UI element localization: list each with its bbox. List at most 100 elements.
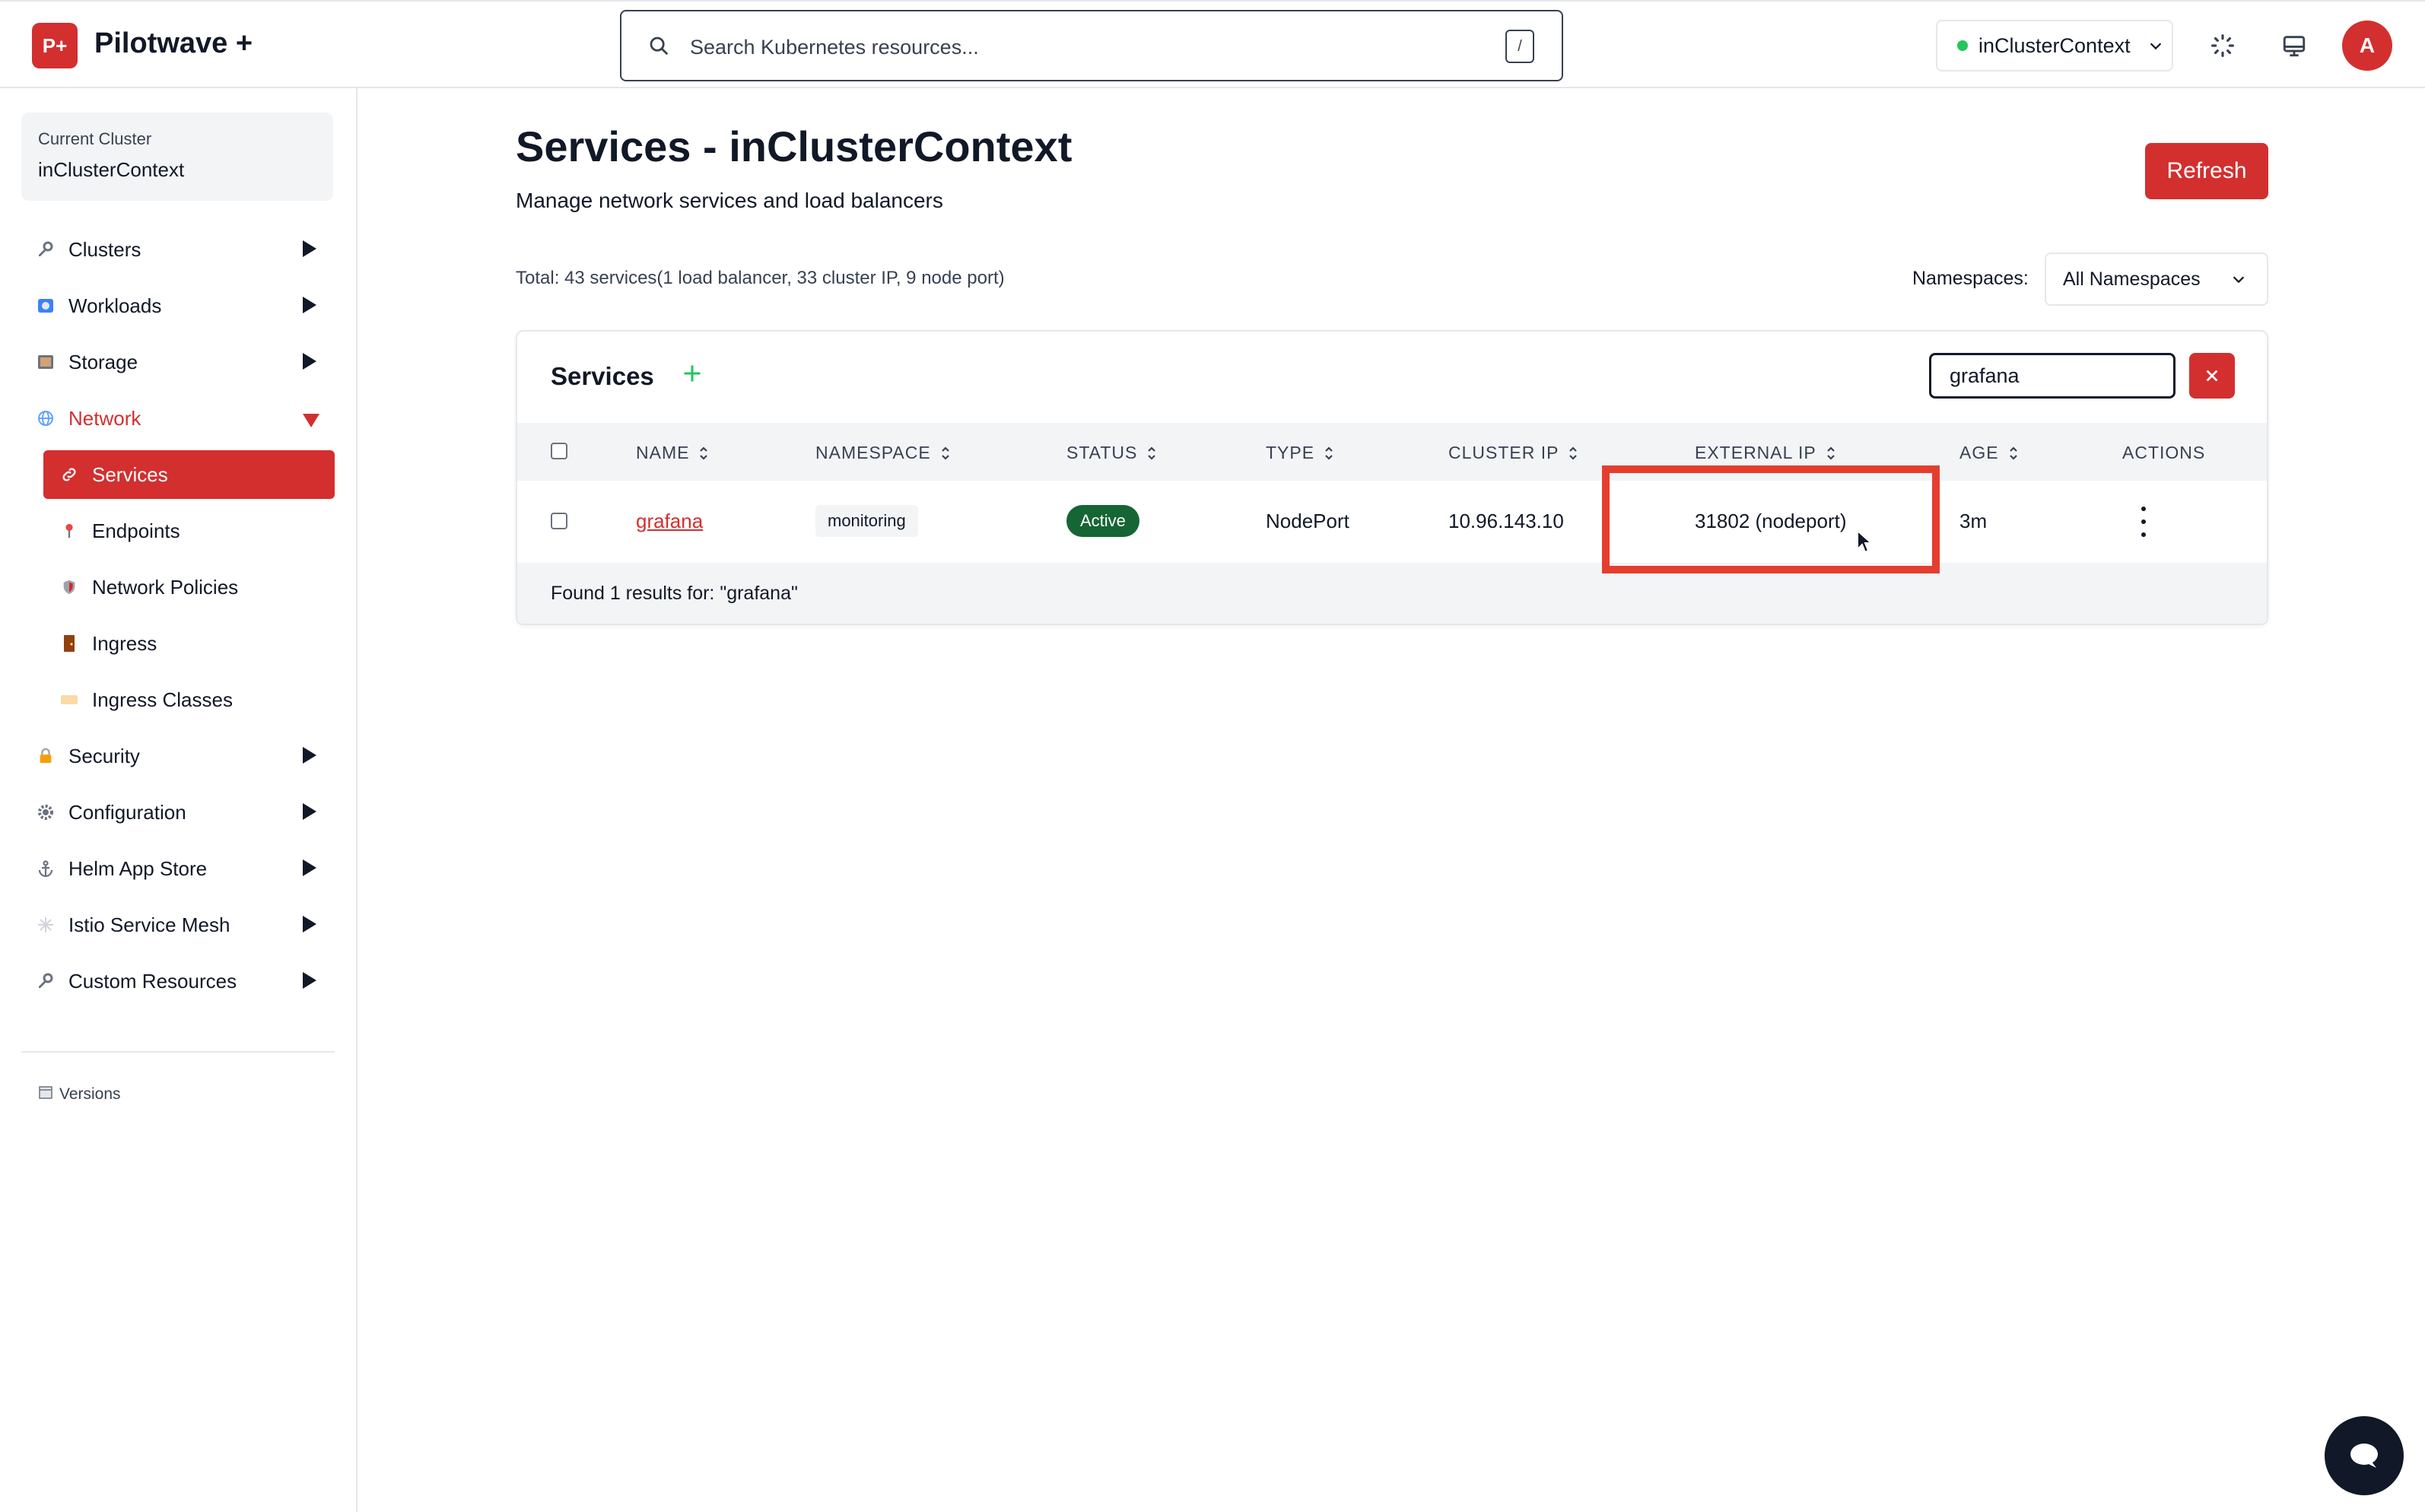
services-filter-input[interactable] <box>1929 353 2176 399</box>
sidebar-item-label: Ingress <box>92 631 157 655</box>
table-header: NAME NAMESPACE STATUS TYPE CLUSTER IP EX… <box>517 423 2267 481</box>
monitor-icon[interactable] <box>2279 30 2309 61</box>
page-subtitle: Manage network services and load balance… <box>516 189 943 212</box>
sidebar-item-label: Workloads <box>68 294 162 317</box>
expand-arrow-icon <box>303 972 316 989</box>
expand-arrow-icon <box>303 916 316 932</box>
top-bar: P+ Pilotwave + / inClusterContext A <box>0 0 2425 88</box>
namespaces-select[interactable]: All Namespaces <box>2045 253 2268 306</box>
sort-icon <box>1569 446 1578 460</box>
sidebar-item-label: Endpoints <box>92 519 180 542</box>
door-icon <box>59 633 80 654</box>
context-status-dot <box>1957 40 1968 51</box>
sidebar-item-ingress[interactable]: Ingress <box>43 619 335 668</box>
refresh-button[interactable]: Refresh <box>2145 143 2268 199</box>
global-search[interactable]: / <box>620 10 1563 81</box>
sidebar-item-services[interactable]: Services <box>43 450 335 499</box>
sidebar-item-istio-service-mesh[interactable]: Istio Service Mesh <box>21 901 335 949</box>
sort-icon <box>1148 446 1156 460</box>
mouse-cursor-icon <box>1857 529 1873 554</box>
column-header-external-ip[interactable]: EXTERNAL IP <box>1695 443 1836 463</box>
pin-icon <box>59 520 80 542</box>
column-header-age[interactable]: AGE <box>1959 443 2019 463</box>
service-age: 3m <box>1959 510 1988 532</box>
expand-arrow-icon <box>303 240 316 257</box>
column-header-label: EXTERNAL IP <box>1695 443 1816 462</box>
row-select-checkbox[interactable] <box>551 513 567 529</box>
user-avatar[interactable]: A <box>2342 21 2392 71</box>
shield-icon <box>59 577 80 598</box>
column-header-label: AGE <box>1959 443 1999 462</box>
status-badge: Active <box>1066 505 1139 537</box>
sidebar: Current Cluster inClusterContext Cluster… <box>0 88 358 1512</box>
table-footer: Found 1 results for: "grafana" <box>517 563 2267 624</box>
sidebar-item-label: Custom Resources <box>68 969 237 993</box>
column-header-type[interactable]: TYPE <box>1266 443 1334 463</box>
column-header-label: STATUS <box>1066 443 1138 462</box>
column-header-label: TYPE <box>1266 443 1315 462</box>
sidebar-item-helm-app-store[interactable]: Helm App Store <box>21 844 335 893</box>
column-header-cluster-ip[interactable]: CLUSTER IP <box>1448 443 1578 463</box>
versions-label: Versions <box>59 1085 121 1103</box>
sort-icon <box>700 446 708 460</box>
sidebar-item-ingress-classes[interactable]: Ingress Classes <box>43 675 335 724</box>
sidebar-item-label: Storage <box>68 350 138 373</box>
sidebar-item-label: Security <box>68 744 140 767</box>
service-name-link[interactable]: grafana <box>636 510 703 533</box>
column-header-status[interactable]: STATUS <box>1066 443 1157 463</box>
service-cluster-ip: 10.96.143.10 <box>1448 510 1564 532</box>
namespaces-label: Namespaces: <box>1912 268 2029 289</box>
sidebar-item-label: Helm App Store <box>68 856 208 880</box>
sidebar-item-custom-resources[interactable]: Custom Resources <box>21 957 335 1005</box>
sidebar-item-label: Clusters <box>68 237 141 261</box>
select-all-checkbox[interactable] <box>551 443 567 459</box>
sidebar-item-clusters[interactable]: Clusters <box>21 225 335 274</box>
context-select[interactable]: inClusterContext <box>1936 20 2173 71</box>
sidebar-item-label: Services <box>92 462 168 486</box>
column-header-namespace[interactable]: NAMESPACE <box>815 443 951 463</box>
loading-spinner-icon[interactable] <box>2207 30 2238 61</box>
sidebar-item-endpoints[interactable]: Endpoints <box>43 507 335 555</box>
service-type: NodePort <box>1266 510 1349 532</box>
sidebar-item-network-policies[interactable]: Network Policies <box>43 563 335 611</box>
globe-icon <box>35 408 56 429</box>
sidebar-item-security[interactable]: Security <box>21 732 335 780</box>
page-title: Services - inClusterContext <box>516 122 1073 170</box>
calendar-icon <box>38 1085 53 1104</box>
chat-icon <box>2350 1444 2378 1468</box>
sidebar-item-label: Ingress Classes <box>92 688 233 711</box>
expand-arrow-icon <box>303 859 316 876</box>
table-row: grafana monitoring Active NodePort 10.96… <box>517 481 2267 563</box>
sidebar-item-workloads[interactable]: Workloads <box>21 281 335 330</box>
chat-button[interactable] <box>2325 1416 2404 1495</box>
sidebar-item-label: Network <box>68 406 141 430</box>
search-input[interactable] <box>688 27 1452 68</box>
chevron-down-icon <box>2233 276 2245 284</box>
versions-link[interactable]: Versions <box>38 1085 121 1104</box>
sidebar-item-configuration[interactable]: Configuration <box>21 788 335 837</box>
close-icon <box>2206 370 2218 382</box>
column-header-actions: ACTIONS <box>2122 443 2206 462</box>
sidebar-item-storage[interactable]: Storage <box>21 338 335 386</box>
app-name[interactable]: Pilotwave + <box>94 27 253 60</box>
storage-icon <box>35 351 56 373</box>
sidebar-item-label: Network Policies <box>92 575 239 599</box>
app-logo[interactable]: P+ <box>32 23 78 68</box>
sidebar-divider <box>21 1051 335 1053</box>
expand-arrow-icon <box>303 353 316 370</box>
sort-icon <box>941 446 949 460</box>
column-header-name[interactable]: NAME <box>636 443 709 463</box>
external-ip-highlight-box <box>1602 465 1940 573</box>
clear-filter-button[interactable] <box>2189 353 2235 399</box>
sort-icon <box>2009 446 2017 460</box>
sidebar-item-network[interactable]: Network <box>21 394 335 443</box>
collapse-arrow-icon <box>303 414 319 427</box>
sidebar-item-label: Configuration <box>68 800 186 824</box>
search-icon <box>650 37 669 56</box>
more-actions-icon[interactable] <box>2134 507 2153 537</box>
add-service-button[interactable] <box>682 359 703 389</box>
current-cluster-card: Current Cluster inClusterContext <box>21 113 333 201</box>
sort-icon <box>1325 446 1333 460</box>
sort-icon <box>1826 446 1835 460</box>
ticket-icon <box>59 689 80 710</box>
